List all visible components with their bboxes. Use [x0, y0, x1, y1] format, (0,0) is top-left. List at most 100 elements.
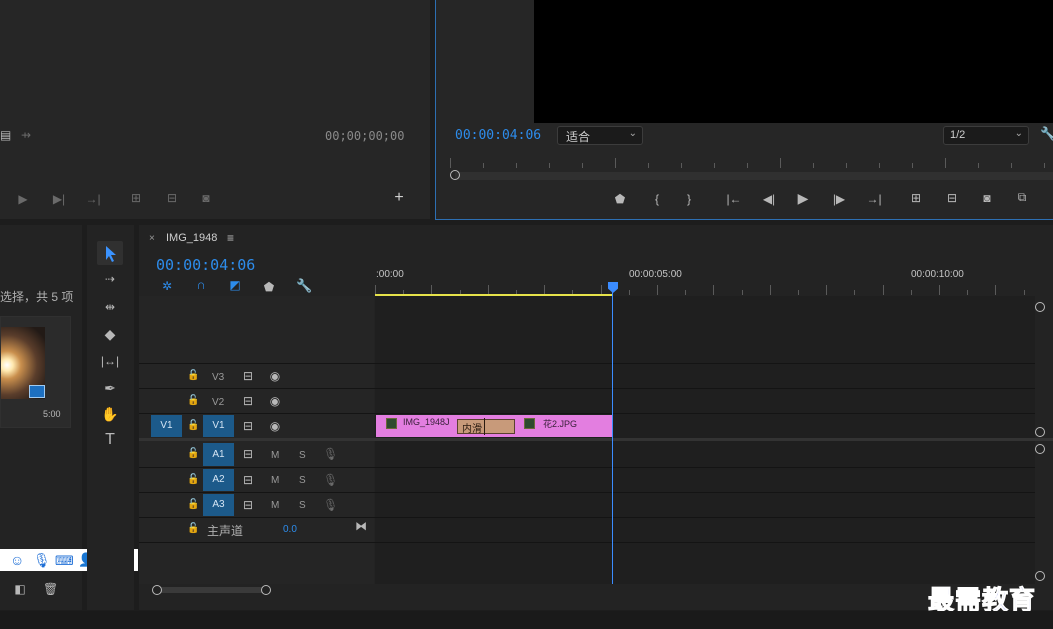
step-forward-icon[interactable]: ▶|: [50, 193, 68, 205]
ripple-edit-tool-icon[interactable]: ⇹: [99, 301, 121, 313]
go-to-out-icon[interactable]: →|: [84, 193, 102, 205]
microphone-icon[interactable]: 🎙: [323, 474, 338, 486]
track-select-tool-icon[interactable]: ⇢: [99, 273, 121, 285]
video-audio-divider[interactable]: [139, 438, 1053, 441]
microphone-icon[interactable]: 🎙: [33, 552, 51, 569]
lift-icon[interactable]: ⊞: [905, 192, 927, 204]
lock-icon[interactable]: 🔓: [187, 474, 199, 486]
eye-icon[interactable]: ◉: [267, 420, 283, 432]
eye-icon[interactable]: ◉: [267, 370, 283, 382]
settings-wrench-icon[interactable]: 🔧: [1040, 127, 1053, 140]
overwrite-icon[interactable]: ⇸: [18, 129, 34, 141]
lock-icon[interactable]: 🔓: [187, 420, 199, 432]
step-forward-icon[interactable]: |▶: [830, 193, 848, 205]
project-thumbnail[interactable]: 5:00: [0, 316, 71, 428]
type-tool-icon[interactable]: T: [101, 432, 119, 448]
lock-icon[interactable]: 🔓: [187, 370, 199, 382]
add-marker-icon[interactable]: ⬟: [263, 281, 275, 293]
mute-button[interactable]: M: [271, 450, 279, 461]
tab-menu-icon[interactable]: ≡: [227, 231, 234, 245]
track-a2-target[interactable]: A2: [203, 469, 234, 491]
lock-icon[interactable]: 🔓: [187, 499, 199, 511]
playhead[interactable]: [608, 282, 624, 584]
lock-icon[interactable]: 🔓: [187, 395, 199, 407]
hand-tool-icon[interactable]: ✋: [101, 407, 119, 421]
insert-button-icon[interactable]: ⊞: [126, 192, 146, 204]
ruler-tick: [747, 163, 748, 168]
razor-tool-icon[interactable]: ◆: [101, 327, 119, 341]
eye-icon[interactable]: ◉: [267, 395, 283, 407]
mute-button[interactable]: M: [271, 475, 279, 486]
sync-lock-icon[interactable]: ⊟: [241, 499, 255, 511]
step-back-icon[interactable]: ◀|: [760, 193, 778, 205]
transition-push[interactable]: 内滑: [457, 418, 515, 435]
timeline-zoom-scrollbar[interactable]: [157, 587, 266, 593]
program-time-ruler[interactable]: [450, 152, 1053, 168]
slip-tool-icon[interactable]: |↔|: [99, 355, 121, 367]
nest-icon[interactable]: ✲: [160, 280, 174, 292]
solo-button[interactable]: S: [299, 500, 306, 511]
lock-icon[interactable]: 🔓: [187, 523, 199, 535]
ruler-label-5s: 00:00:05:00: [629, 269, 682, 280]
go-to-in-icon[interactable]: |←: [724, 193, 744, 205]
pen-tool-icon[interactable]: ✒: [101, 381, 119, 395]
emoji-icon[interactable]: ☺: [10, 552, 24, 568]
sync-lock-icon[interactable]: ⊟: [241, 474, 255, 486]
add-marker-icon[interactable]: ⬟: [613, 193, 627, 205]
sync-lock-icon[interactable]: ⊟: [241, 395, 255, 407]
sync-lock-icon[interactable]: ⊟: [241, 420, 255, 432]
track-a1-target[interactable]: A1: [203, 443, 234, 466]
track-v1-target[interactable]: V1: [203, 415, 234, 437]
program-timecode[interactable]: 00:00:04:06: [455, 128, 541, 143]
zoom-start-handle[interactable]: [152, 585, 162, 595]
source-patch-v1[interactable]: V1: [151, 415, 182, 437]
comparison-view-icon[interactable]: ⧉: [1011, 191, 1033, 203]
sync-lock-icon[interactable]: ⊟: [241, 370, 255, 382]
clip-1-name: IMG_1948J: [403, 417, 450, 427]
track-v3-label[interactable]: V3: [212, 372, 224, 383]
sync-lock-icon[interactable]: ⊟: [241, 448, 255, 460]
overwrite-button-icon[interactable]: ⊟: [162, 192, 182, 204]
microphone-icon[interactable]: 🎙: [323, 499, 338, 511]
audio-scroll-bottom-handle[interactable]: [1035, 571, 1045, 581]
linked-selection-icon[interactable]: ◩: [227, 279, 243, 291]
microphone-icon[interactable]: 🎙: [323, 448, 338, 460]
zoom-end-handle[interactable]: [261, 585, 271, 595]
export-frame-icon[interactable]: ◙: [198, 192, 214, 204]
sequence-timecode[interactable]: 00:00:04:06: [156, 256, 255, 274]
go-to-out-icon[interactable]: →|: [864, 193, 884, 205]
solo-button[interactable]: S: [299, 475, 306, 486]
mark-in-icon[interactable]: {: [651, 193, 663, 205]
resolution-select[interactable]: 1/2 ⌄: [943, 126, 1029, 145]
track-a3-target[interactable]: A3: [203, 494, 234, 516]
audio-scroll-top-handle[interactable]: [1035, 444, 1045, 454]
clip-2-name: 花2.JPG: [543, 419, 578, 429]
selection-tool[interactable]: [97, 241, 123, 265]
track-v2-label[interactable]: V2: [212, 397, 224, 408]
zoom-select[interactable]: 适合 ⌄: [557, 126, 643, 145]
export-frame-icon[interactable]: ◙: [978, 192, 996, 204]
play-icon[interactable]: ▶: [16, 193, 30, 205]
insert-icon[interactable]: ▤: [0, 129, 11, 141]
master-volume-value[interactable]: 0.0: [283, 524, 297, 535]
video-scroll-bottom-handle[interactable]: [1035, 427, 1045, 437]
program-zoom-handle[interactable]: [450, 170, 460, 180]
mute-button[interactable]: M: [271, 500, 279, 511]
mark-out-icon[interactable]: }: [683, 193, 695, 205]
solo-button[interactable]: S: [299, 450, 306, 461]
close-tab-icon[interactable]: ×: [149, 233, 155, 244]
row-divider: [139, 413, 1035, 414]
keyboard-icon[interactable]: ⌨: [55, 553, 74, 569]
video-scroll-top-handle[interactable]: [1035, 302, 1045, 312]
play-icon[interactable]: ▶: [795, 191, 811, 205]
sequence-tab[interactable]: IMG_1948: [166, 232, 217, 244]
extract-icon[interactable]: ⊟: [941, 192, 963, 204]
new-item-icon[interactable]: ◧: [14, 583, 26, 595]
lock-icon[interactable]: 🔓: [187, 448, 199, 460]
go-to-end-icon[interactable]: ⧓: [354, 520, 368, 532]
timeline-settings-wrench-icon[interactable]: 🔧: [296, 279, 312, 292]
program-scrub-bar[interactable]: [455, 172, 1053, 180]
add-button-icon[interactable]: +: [392, 190, 406, 206]
snap-magnet-icon[interactable]: ∩: [194, 278, 208, 291]
trash-icon[interactable]: 🗑: [43, 583, 58, 595]
